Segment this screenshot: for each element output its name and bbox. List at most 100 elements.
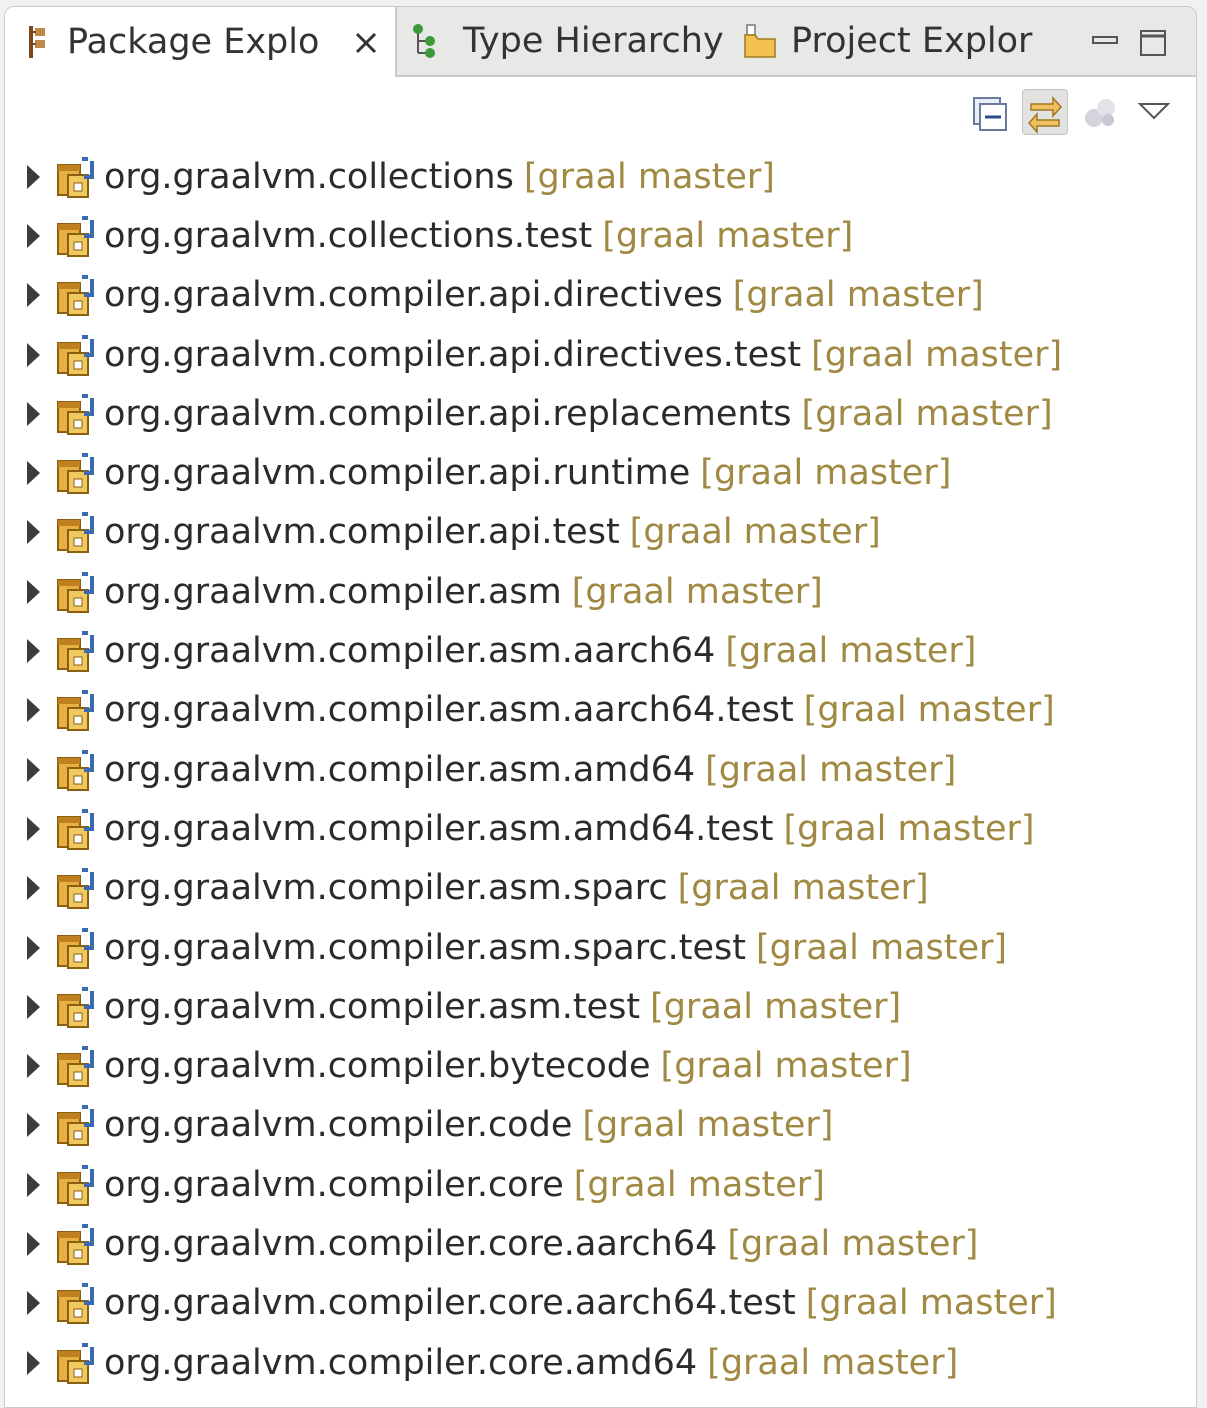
tree-row[interactable]: org.graalvm.compiler.api.test [graal mas…: [5, 503, 1196, 562]
tab-package-explorer[interactable]: Package Explo: [5, 7, 397, 77]
view-menu-icon[interactable]: [1132, 90, 1176, 134]
git-repo-label: [graal master]: [523, 156, 775, 197]
tree-row[interactable]: org.graalvm.compiler.api.replacements [g…: [5, 384, 1196, 443]
close-icon[interactable]: [351, 27, 381, 57]
java-project-icon: [54, 983, 102, 1031]
project-name: org.graalvm.compiler.api.test: [104, 512, 620, 553]
tree-row[interactable]: org.graalvm.compiler.asm.amd64.test [gra…: [5, 799, 1196, 858]
expand-arrow-icon[interactable]: [27, 757, 40, 782]
java-project-icon: [54, 449, 102, 497]
tree-row[interactable]: org.graalvm.compiler.core.aarch64.test […: [5, 1274, 1196, 1333]
java-project-icon: [54, 1042, 102, 1090]
tree-row[interactable]: org.graalvm.compiler.core.aarch64 [graal…: [5, 1214, 1196, 1273]
project-name: org.graalvm.compiler.code: [104, 1105, 573, 1146]
tree-row[interactable]: org.graalvm.compiler.asm.test [graal mas…: [5, 977, 1196, 1036]
java-project-icon: [54, 1161, 102, 1209]
expand-arrow-icon[interactable]: [27, 994, 40, 1019]
package-explorer-icon: [23, 22, 57, 62]
git-repo-label: [graal master]: [725, 631, 977, 672]
focus-task-icon[interactable]: [1078, 90, 1122, 134]
tree-row[interactable]: org.graalvm.compiler.api.directives [gra…: [5, 266, 1196, 325]
tree-row[interactable]: org.graalvm.compiler.code [graal master]: [5, 1096, 1196, 1155]
java-project-icon: [54, 331, 102, 379]
java-project-icon: [54, 686, 102, 734]
java-project-icon: [54, 746, 102, 794]
java-project-icon: [54, 1279, 102, 1327]
git-repo-label: [graal master]: [811, 334, 1063, 375]
tab-label: Package Explo: [67, 22, 320, 62]
expand-arrow-icon[interactable]: [27, 579, 40, 604]
project-name: org.graalvm.compiler.bytecode: [104, 1046, 651, 1087]
expand-arrow-icon[interactable]: [27, 639, 40, 664]
expand-arrow-icon[interactable]: [27, 698, 40, 723]
expand-arrow-icon[interactable]: [27, 283, 40, 308]
project-name: org.graalvm.compiler.asm.aarch64.test: [104, 690, 794, 731]
expand-arrow-icon[interactable]: [27, 164, 40, 189]
minimize-icon[interactable]: [1089, 25, 1123, 59]
java-project-icon: [54, 568, 102, 616]
java-project-icon: [54, 271, 102, 319]
tree-row[interactable]: org.graalvm.compiler.asm.amd64 [graal ma…: [5, 740, 1196, 799]
java-project-icon: [54, 153, 102, 201]
git-repo-label: [graal master]: [650, 986, 902, 1027]
git-repo-label: [graal master]: [573, 1164, 825, 1205]
project-name: org.graalvm.compiler.asm: [104, 571, 562, 612]
project-name: org.graalvm.compiler.asm.aarch64: [104, 631, 716, 672]
git-repo-label: [graal master]: [803, 690, 1055, 731]
tree-row[interactable]: org.graalvm.compiler.asm.sparc.test [gra…: [5, 918, 1196, 977]
tree-row[interactable]: org.graalvm.compiler.asm.aarch64.test [g…: [5, 681, 1196, 740]
expand-arrow-icon[interactable]: [27, 1172, 40, 1197]
java-project-icon: [54, 1220, 102, 1268]
tree-row[interactable]: org.graalvm.compiler.asm.aarch64 [graal …: [5, 621, 1196, 680]
project-name: org.graalvm.compiler.api.replacements: [104, 393, 792, 434]
project-name: org.graalvm.compiler.api.directives.test: [104, 334, 802, 375]
project-name: org.graalvm.compiler.asm.amd64: [104, 749, 696, 790]
project-tree: org.graalvm.collections [graal master] o…: [5, 147, 1196, 1392]
expand-arrow-icon[interactable]: [27, 935, 40, 960]
tree-row[interactable]: org.graalvm.compiler.core [graal master]: [5, 1155, 1196, 1214]
maximize-icon[interactable]: [1137, 25, 1171, 59]
git-repo-label: [graal master]: [602, 215, 854, 256]
project-name: org.graalvm.compiler.core: [104, 1164, 564, 1205]
tree-row[interactable]: org.graalvm.collections [graal master]: [5, 147, 1196, 206]
expand-arrow-icon[interactable]: [27, 876, 40, 901]
tab-type-hierarchy[interactable]: Type Hierarchy: [409, 7, 724, 75]
java-project-icon: [54, 864, 102, 912]
tree-row[interactable]: org.graalvm.compiler.asm.sparc [graal ma…: [5, 859, 1196, 918]
collapse-all-icon[interactable]: [968, 90, 1012, 134]
expand-arrow-icon[interactable]: [27, 401, 40, 426]
tree-row[interactable]: org.graalvm.compiler.api.directives.test…: [5, 325, 1196, 384]
git-repo-label: [graal master]: [783, 808, 1035, 849]
expand-arrow-icon[interactable]: [27, 342, 40, 367]
expand-arrow-icon[interactable]: [27, 1231, 40, 1256]
expand-arrow-icon[interactable]: [27, 1054, 40, 1079]
git-repo-label: [graal master]: [727, 1223, 979, 1264]
tree-row[interactable]: org.graalvm.compiler.api.runtime [graal …: [5, 443, 1196, 502]
project-name: org.graalvm.compiler.asm.test: [104, 986, 641, 1027]
expand-arrow-icon[interactable]: [27, 461, 40, 486]
tab-project-explorer[interactable]: Project Explor: [741, 7, 1032, 75]
project-name: org.graalvm.compiler.asm.sparc.test: [104, 927, 746, 968]
view-toolbar: [968, 87, 1176, 137]
expand-arrow-icon[interactable]: [27, 223, 40, 248]
expand-arrow-icon[interactable]: [27, 1291, 40, 1316]
project-name: org.graalvm.compiler.asm.sparc: [104, 868, 668, 909]
tree-row[interactable]: org.graalvm.compiler.core.amd64 [graal m…: [5, 1333, 1196, 1392]
tab-label: Type Hierarchy: [463, 21, 724, 61]
git-repo-label: [graal master]: [660, 1046, 912, 1087]
expand-arrow-icon[interactable]: [27, 520, 40, 545]
java-project-icon: [54, 924, 102, 972]
link-with-editor-icon[interactable]: [1022, 89, 1068, 135]
git-repo-label: [graal master]: [801, 393, 1053, 434]
project-name: org.graalvm.compiler.api.runtime: [104, 453, 691, 494]
tree-row[interactable]: org.graalvm.collections.test [graal mast…: [5, 206, 1196, 265]
java-project-icon: [54, 508, 102, 556]
project-name: org.graalvm.compiler.core.aarch64.test: [104, 1283, 796, 1324]
java-project-icon: [54, 390, 102, 438]
tree-row[interactable]: org.graalvm.compiler.asm [graal master]: [5, 562, 1196, 621]
tree-row[interactable]: org.graalvm.compiler.bytecode [graal mas…: [5, 1036, 1196, 1095]
java-project-icon: [54, 212, 102, 260]
expand-arrow-icon[interactable]: [27, 1113, 40, 1138]
expand-arrow-icon[interactable]: [27, 1350, 40, 1375]
expand-arrow-icon[interactable]: [27, 816, 40, 841]
